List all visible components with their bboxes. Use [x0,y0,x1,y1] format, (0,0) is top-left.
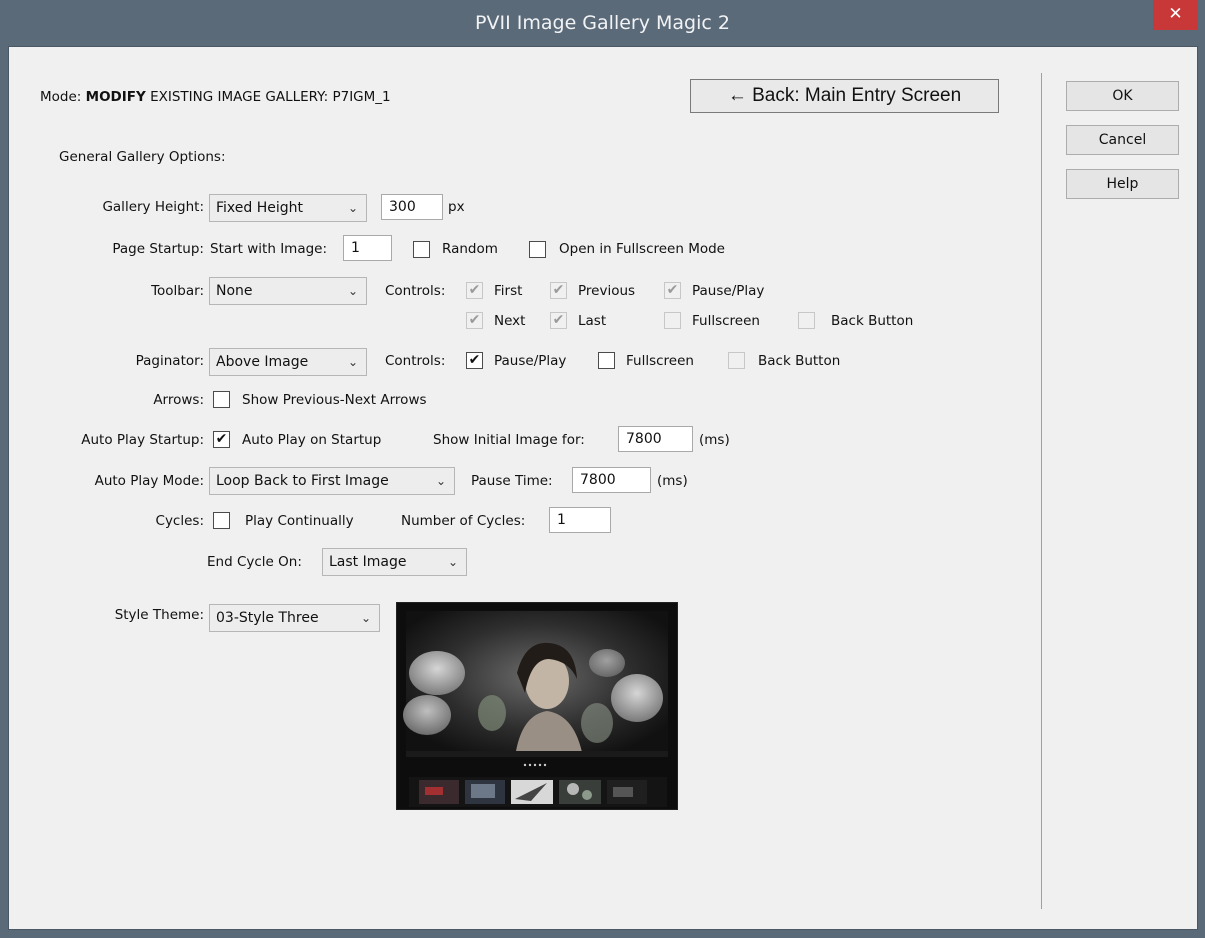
paginator-controls-label: Controls: [385,353,446,369]
checkmark-icon: ✔ [215,431,228,447]
show-arrows-label: Show Previous-Next Arrows [242,392,427,408]
toolbar-fullscreen-label: Fullscreen [692,313,760,329]
page-startup-label: Page Startup: [112,241,204,257]
toolbar-last-label: Last [578,313,607,329]
style-theme-select-value: 03-Style Three [216,610,319,626]
chevron-down-icon: ⌄ [347,355,358,369]
random-label: Random [442,241,498,257]
mode-suffix: EXISTING IMAGE GALLERY: P7IGM_1 [150,89,391,105]
gallery-height-select[interactable]: Fixed Height ⌄ [209,194,367,222]
help-button[interactable]: Help [1066,169,1179,199]
open-fullscreen-label: Open in Fullscreen Mode [559,241,725,257]
end-cycle-select-value: Last Image [329,554,407,570]
gallery-height-select-value: Fixed Height [216,200,304,216]
auto-play-startup-option: Auto Play on Startup [242,432,382,448]
dialog-body: Mode: MODIFY EXISTING IMAGE GALLERY: P7I… [8,46,1198,930]
end-cycle-select[interactable]: Last Image ⌄ [322,548,467,576]
toolbar-select-value: None [216,283,253,299]
toolbar-last-checkbox[interactable]: ✔ [550,312,567,329]
checkmark-icon: ✔ [468,352,481,368]
dialog-window: PVII Image Gallery Magic 2 ✕ Mode: MODIF… [0,0,1205,938]
toolbar-pause-play-checkbox[interactable]: ✔ [664,282,681,299]
checkmark-icon: ✔ [552,282,565,298]
preview-image [403,611,668,807]
auto-play-mode-select[interactable]: Loop Back to First Image ⌄ [209,467,455,495]
checkmark-icon: ✔ [468,312,481,328]
paginator-fullscreen-checkbox[interactable] [598,352,615,369]
paginator-back-button-label: Back Button [758,353,841,369]
open-fullscreen-checkbox[interactable] [529,241,546,258]
arrows-label: Arrows: [153,392,204,408]
style-theme-preview [396,602,678,810]
auto-play-mode-select-value: Loop Back to First Image [216,473,389,489]
checkmark-icon: ✔ [468,282,481,298]
mode-line: Mode: MODIFY EXISTING IMAGE GALLERY: P7I… [40,89,391,105]
pause-time-unit: (ms) [657,473,688,489]
toolbar-previous-label: Previous [578,283,636,299]
back-main-entry-button[interactable]: ← Back: Main Entry Screen [690,79,999,113]
ok-button[interactable]: OK [1066,81,1179,111]
toolbar-first-checkbox[interactable]: ✔ [466,282,483,299]
toolbar-back-button-checkbox[interactable] [798,312,815,329]
style-theme-select[interactable]: 03-Style Three ⌄ [209,604,380,632]
chevron-down-icon: ⌄ [435,474,446,488]
toolbar-previous-checkbox[interactable]: ✔ [550,282,567,299]
play-continually-label: Play Continually [245,513,354,529]
auto-play-startup-label: Auto Play Startup: [81,432,204,448]
cycles-label: Cycles: [155,513,204,529]
paginator-back-button-checkbox[interactable] [728,352,745,369]
toolbar-label: Toolbar: [151,283,204,299]
toolbar-back-button-label: Back Button [831,313,914,329]
chevron-down-icon: ⌄ [347,284,358,298]
toolbar-pause-play-label: Pause/Play [692,283,765,299]
paginator-pause-play-checkbox[interactable]: ✔ [466,352,483,369]
chevron-down-icon: ⌄ [360,611,371,625]
toolbar-next-label: Next [494,313,526,329]
paginator-select-value: Above Image [216,354,309,370]
random-checkbox[interactable] [413,241,430,258]
mode-value: MODIFY [85,89,146,105]
paginator-pause-play-label: Pause/Play [494,353,567,369]
window-title: PVII Image Gallery Magic 2 [475,12,730,34]
toolbar-select[interactable]: None ⌄ [209,277,367,305]
pause-time-label: Pause Time: [471,473,553,489]
initial-image-label: Show Initial Image for: [433,432,585,448]
play-continually-checkbox[interactable] [213,512,230,529]
gallery-height-unit: px [448,199,465,215]
start-with-image-input[interactable]: 1 [343,235,392,261]
toolbar-first-label: First [494,283,523,299]
cancel-button[interactable]: Cancel [1066,125,1179,155]
section-title: General Gallery Options: [59,149,226,165]
paginator-fullscreen-label: Fullscreen [626,353,694,369]
vertical-divider [1041,73,1042,909]
chevron-down-icon: ⌄ [347,201,358,215]
start-with-image-label: Start with Image: [210,241,328,257]
pause-time-input[interactable]: 7800 [572,467,651,493]
toolbar-controls-label: Controls: [385,283,446,299]
checkmark-icon: ✔ [552,312,565,328]
paginator-label: Paginator: [135,353,204,369]
auto-play-mode-label: Auto Play Mode: [94,473,204,489]
title-bar: PVII Image Gallery Magic 2 ✕ [0,0,1205,46]
toolbar-next-checkbox[interactable]: ✔ [466,312,483,329]
checkmark-icon: ✔ [666,282,679,298]
auto-play-startup-checkbox[interactable]: ✔ [213,431,230,448]
number-of-cycles-input[interactable]: 1 [549,507,611,533]
initial-image-input[interactable]: 7800 [618,426,693,452]
close-icon[interactable]: ✕ [1168,4,1182,24]
close-button[interactable]: ✕ [1153,0,1198,30]
style-theme-label: Style Theme: [114,607,204,623]
toolbar-fullscreen-checkbox[interactable] [664,312,681,329]
gallery-height-input[interactable]: 300 [381,194,443,220]
end-cycle-label: End Cycle On: [207,554,302,570]
initial-image-unit: (ms) [699,432,730,448]
mode-prefix: Mode: [40,89,82,105]
paginator-select[interactable]: Above Image ⌄ [209,348,367,376]
gallery-height-label: Gallery Height: [102,199,204,215]
number-of-cycles-label: Number of Cycles: [401,513,526,529]
chevron-down-icon: ⌄ [447,555,458,569]
show-arrows-checkbox[interactable] [213,391,230,408]
